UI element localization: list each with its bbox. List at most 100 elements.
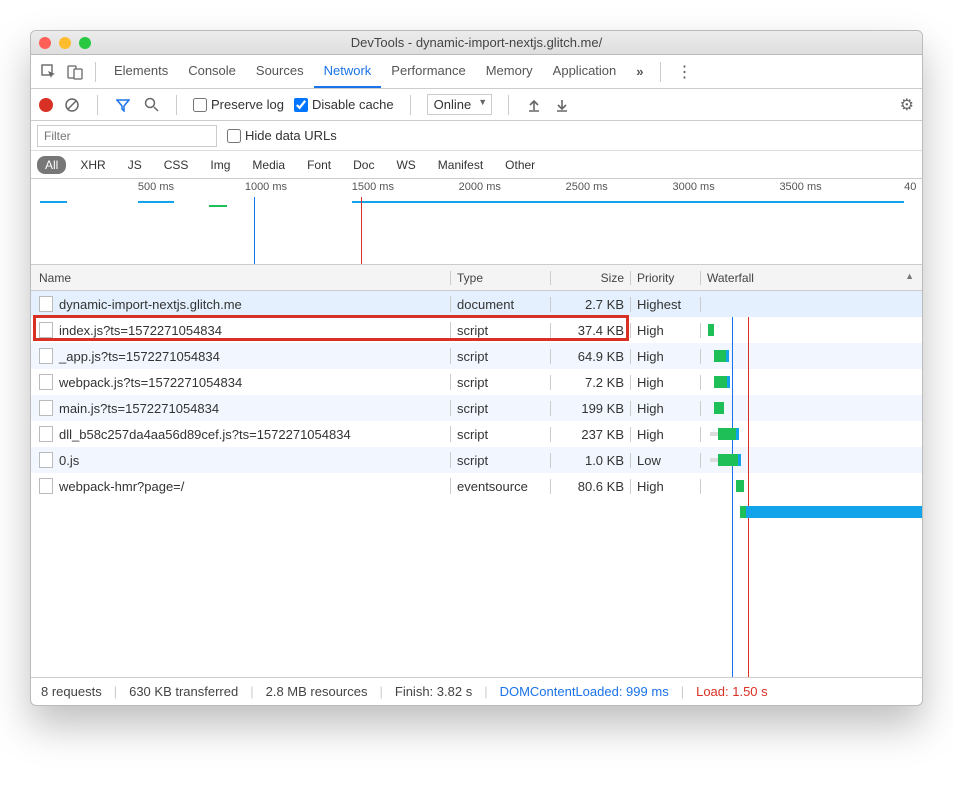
filter-icon[interactable]: [114, 96, 132, 114]
file-icon: [39, 322, 53, 338]
type-filter-xhr[interactable]: XHR: [72, 156, 113, 174]
type-filter-media[interactable]: Media: [244, 156, 293, 174]
type-filter-ws[interactable]: WS: [388, 156, 423, 174]
tab-network[interactable]: Network: [314, 55, 382, 88]
tab-elements[interactable]: Elements: [104, 55, 178, 88]
column-size[interactable]: Size: [551, 271, 631, 285]
overview-bar: [138, 201, 174, 203]
waterfall-bar: [736, 428, 739, 440]
disable-cache-checkbox[interactable]: Disable cache: [294, 97, 394, 112]
request-size: 237 KB: [551, 427, 631, 442]
column-type[interactable]: Type: [451, 271, 551, 285]
request-type: script: [451, 323, 551, 338]
record-button[interactable]: [39, 98, 53, 112]
type-filter-img[interactable]: Img: [202, 156, 238, 174]
overview-bar: [209, 205, 227, 207]
waterfall-bar: [714, 402, 724, 414]
file-icon: [39, 296, 53, 312]
tab-memory[interactable]: Memory: [476, 55, 543, 88]
panel-tabs: ElementsConsoleSourcesNetworkPerformance…: [31, 55, 922, 89]
preserve-log-checkbox[interactable]: Preserve log: [193, 97, 284, 112]
column-priority[interactable]: Priority: [631, 271, 701, 285]
tab-console[interactable]: Console: [178, 55, 246, 88]
kebab-menu-icon[interactable]: ⋮: [669, 58, 701, 86]
waterfall-bar: [718, 454, 738, 466]
tab-performance[interactable]: Performance: [381, 55, 475, 88]
tab-sources[interactable]: Sources: [246, 55, 314, 88]
request-size: 64.9 KB: [551, 349, 631, 364]
request-name: _app.js?ts=1572271054834: [59, 349, 220, 364]
type-filter-doc[interactable]: Doc: [345, 156, 382, 174]
request-size: 37.4 KB: [551, 323, 631, 338]
request-name: webpack-hmr?page=/: [59, 479, 184, 494]
inspect-element-icon[interactable]: [37, 60, 61, 84]
hide-data-urls-checkbox[interactable]: Hide data URLs: [227, 128, 337, 143]
request-priority: Highest: [631, 297, 701, 312]
file-icon: [39, 374, 53, 390]
type-filter-css[interactable]: CSS: [156, 156, 197, 174]
file-icon: [39, 452, 53, 468]
request-priority: High: [631, 401, 701, 416]
upload-har-icon[interactable]: [525, 96, 543, 114]
waterfall-bar: [738, 454, 741, 466]
separator: [410, 95, 411, 115]
file-icon: [39, 426, 53, 442]
file-icon: [39, 348, 53, 364]
timeline-tick: 1000 ms: [245, 181, 287, 193]
timeline-tick: 2500 ms: [566, 181, 608, 193]
type-filter-js[interactable]: JS: [120, 156, 150, 174]
request-type: script: [451, 401, 551, 416]
type-filter-manifest[interactable]: Manifest: [430, 156, 491, 174]
waterfall-bar: [736, 480, 744, 492]
sort-arrow-icon: ▲: [905, 271, 914, 281]
request-priority: High: [631, 349, 701, 364]
request-priority: High: [631, 479, 701, 494]
timeline-tick: 500 ms: [138, 181, 174, 193]
disable-cache-label: Disable cache: [312, 97, 394, 112]
status-dcl: DOMContentLoaded: 999 ms: [500, 684, 669, 699]
type-filter-other[interactable]: Other: [497, 156, 543, 174]
table-header[interactable]: Name Type Size Priority Waterfall▲: [31, 265, 922, 291]
type-filter-all[interactable]: All: [37, 156, 66, 174]
request-type: document: [451, 297, 551, 312]
timeline-tick: 1500 ms: [352, 181, 394, 193]
more-panels-icon[interactable]: »: [628, 58, 651, 85]
overview-bar: [40, 201, 67, 203]
window-title: DevTools - dynamic-import-nextjs.glitch.…: [31, 35, 922, 50]
overview-bar: [352, 201, 904, 203]
request-type-filter: All XHR JS CSS Img Media Font Doc WS Manifest Othe…: [31, 151, 922, 179]
table-row[interactable]: dynamic-import-nextjs.glitch.medocument2…: [31, 291, 922, 317]
waterfall-queue-bar: [710, 458, 718, 462]
column-name[interactable]: Name: [31, 271, 451, 285]
clear-icon[interactable]: [63, 96, 81, 114]
device-toggle-icon[interactable]: [63, 60, 87, 84]
column-waterfall[interactable]: Waterfall▲: [701, 271, 922, 285]
request-type: script: [451, 453, 551, 468]
throttling-select[interactable]: Online: [427, 94, 493, 115]
timeline-tick: 40: [904, 181, 916, 193]
request-name: dynamic-import-nextjs.glitch.me: [59, 297, 242, 312]
search-icon[interactable]: [142, 96, 160, 114]
request-size: 199 KB: [551, 401, 631, 416]
request-name: index.js?ts=1572271054834: [59, 323, 222, 338]
status-bar: 8 requests| 630 KB transferred| 2.8 MB r…: [31, 677, 922, 705]
request-priority: High: [631, 375, 701, 390]
settings-gear-icon[interactable]: ⚙: [900, 95, 914, 115]
status-load: Load: 1.50 s: [696, 684, 768, 699]
tab-application[interactable]: Application: [543, 55, 627, 88]
hide-data-urls-label: Hide data URLs: [245, 128, 337, 143]
waterfall-bar: [726, 350, 729, 362]
request-priority: Low: [631, 453, 701, 468]
filter-input[interactable]: [37, 125, 217, 147]
request-name: dll_b58c257da4aa56d89cef.js?ts=157227105…: [59, 427, 351, 442]
request-size: 7.2 KB: [551, 375, 631, 390]
timeline-overview[interactable]: 500 ms1000 ms1500 ms2000 ms2500 ms3000 m…: [31, 179, 922, 265]
timeline-tick: 3500 ms: [779, 181, 821, 193]
waterfall-bar: [708, 324, 714, 336]
request-name: 0.js: [59, 453, 79, 468]
download-har-icon[interactable]: [553, 96, 571, 114]
status-resources: 2.8 MB resources: [266, 684, 368, 699]
separator: [176, 95, 177, 115]
type-filter-font[interactable]: Font: [299, 156, 339, 174]
waterfall-queue-bar: [710, 432, 718, 436]
